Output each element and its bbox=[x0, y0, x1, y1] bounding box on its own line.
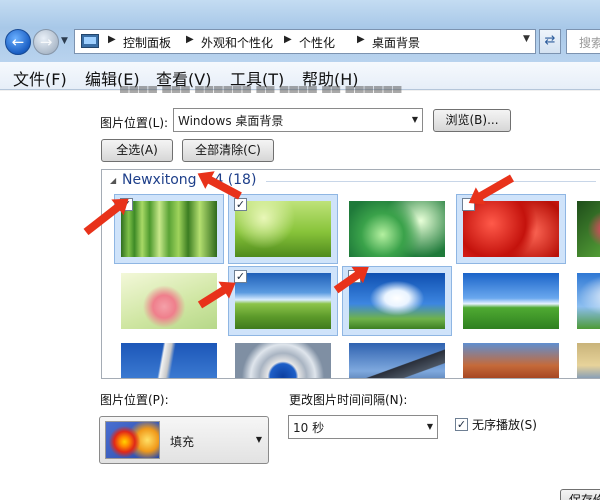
wallpaper-thumbnail-meadow-sky[interactable]: ✓ bbox=[228, 266, 338, 336]
shuffle-checkbox[interactable]: ✓ bbox=[455, 418, 468, 431]
wallpaper-checkbox[interactable]: ✓ bbox=[234, 198, 247, 211]
wallpaper-thumbnail-red-rocks[interactable] bbox=[456, 336, 566, 378]
picture-location-select[interactable]: Windows 桌面背景 ▼ bbox=[173, 108, 423, 132]
back-button[interactable]: ← bbox=[5, 29, 31, 55]
breadcrumb-separator-icon[interactable]: ▶ bbox=[186, 34, 194, 45]
wallpaper-thumbnail-field-horizon[interactable] bbox=[456, 266, 566, 336]
address-dropdown-icon[interactable]: ▼ bbox=[523, 34, 530, 44]
architecture-circle-image bbox=[235, 343, 331, 378]
grass-dew-image bbox=[235, 201, 331, 257]
chevron-down-icon: ▼ bbox=[255, 435, 262, 444]
picture-position-value: 填充 bbox=[170, 435, 195, 449]
breadcrumb-separator-icon[interactable]: ▶ bbox=[284, 34, 292, 45]
address-input[interactable]: ▶ 控制面板 ▶ 外观和个性化 ▶ 个性化 ▶ 桌面背景 ▼ bbox=[74, 29, 536, 54]
forward-button[interactable]: → bbox=[33, 29, 59, 55]
tower-image bbox=[121, 343, 217, 378]
save-changes-button[interactable]: 保存修改 bbox=[560, 489, 600, 500]
select-all-button[interactable]: 全选(A) bbox=[101, 139, 173, 162]
breadcrumb-separator-icon[interactable]: ▶ bbox=[357, 34, 365, 45]
interval-value: 10 秒 bbox=[293, 421, 325, 435]
interval-select[interactable]: 10 秒 ▼ bbox=[288, 415, 438, 439]
sea-rock-image bbox=[577, 343, 600, 378]
breadcrumb-control-panel[interactable]: 控制面板 bbox=[123, 34, 171, 51]
control-panel-icon bbox=[81, 34, 99, 48]
group-title[interactable]: Newxitong 6.4 (18) bbox=[122, 172, 256, 188]
breadcrumb-desktop-background[interactable]: 桌面背景 bbox=[372, 34, 420, 51]
shuffle-label[interactable]: 无序播放(S) bbox=[472, 416, 537, 433]
browse-button[interactable]: 浏览(B)... bbox=[433, 109, 511, 132]
breadcrumb-appearance[interactable]: 外观和个性化 bbox=[201, 34, 273, 51]
bamboo-image bbox=[121, 201, 217, 257]
recent-pages-dropdown[interactable]: ▼ bbox=[61, 34, 71, 48]
wallpaper-thumbnail-green-bokeh[interactable] bbox=[342, 194, 452, 264]
desktop-background-panel: ▆▆▆▆ ▆▆▆ ▆▆▆▆▆▆ ▆▆ ▆▆▆▆ ▆▆ ▆▆▆▆▆▆ 图片位置(L… bbox=[0, 83, 600, 500]
clouds-hills-image bbox=[577, 273, 600, 329]
meadow-sky-image bbox=[235, 273, 331, 329]
address-toolbar: ← → ▼ ▶ 控制面板 ▶ 外观和个性化 ▶ 个性化 ▶ 桌面背景 ▼ ⇄ 搜… bbox=[0, 0, 600, 62]
picture-location-label: 图片位置(L): bbox=[100, 116, 169, 130]
breadcrumb-personalization[interactable]: 个性化 bbox=[299, 34, 335, 51]
group-divider bbox=[266, 181, 596, 182]
clear-all-button[interactable]: 全部清除(C) bbox=[182, 139, 274, 162]
wallpaper-checkbox[interactable]: ✓ bbox=[234, 270, 247, 283]
breadcrumb-separator-icon[interactable]: ▶ bbox=[108, 34, 116, 45]
mountain-lake-image bbox=[349, 343, 445, 378]
wallpaper-thumbnail-green-leaves[interactable] bbox=[570, 194, 600, 264]
wallpaper-thumbnail-sea-rock[interactable] bbox=[570, 336, 600, 378]
picture-location-value: Windows 桌面背景 bbox=[178, 114, 284, 128]
chevron-down-icon: ▼ bbox=[426, 422, 433, 431]
green-leaves-image bbox=[577, 201, 600, 257]
red-rocks-image bbox=[463, 343, 559, 378]
picture-position-select[interactable]: 填充 ▼ bbox=[99, 416, 269, 464]
collapse-group-icon[interactable]: ◢ bbox=[110, 176, 116, 185]
flower-preview-image bbox=[105, 421, 160, 459]
wallpaper-thumbnail-grass-dew[interactable]: ✓ bbox=[228, 194, 338, 264]
wallpaper-thumbnail-architecture-circle[interactable] bbox=[228, 336, 338, 378]
wallpaper-thumbnail-tower[interactable] bbox=[114, 336, 224, 378]
picture-position-label: 图片位置(P): bbox=[100, 393, 169, 407]
refresh-button[interactable]: ⇄ bbox=[539, 29, 561, 54]
menu-file[interactable]: 文件(F) bbox=[13, 66, 67, 90]
wallpaper-thumbnail-clouds-hills[interactable] bbox=[570, 266, 600, 336]
clipped-description-text: ▆▆▆▆ ▆▆▆ ▆▆▆▆▆▆ ▆▆ ▆▆▆▆ ▆▆ ▆▆▆▆▆▆ bbox=[120, 83, 403, 93]
interval-label: 更改图片时间间隔(N): bbox=[289, 393, 408, 407]
wallpaper-thumbnail-mountain-lake[interactable] bbox=[342, 336, 452, 378]
field-horizon-image bbox=[463, 273, 559, 329]
chevron-down-icon: ▼ bbox=[411, 115, 418, 124]
search-input[interactable]: 搜索 bbox=[566, 29, 600, 54]
search-placeholder: 搜索 bbox=[579, 36, 600, 50]
green-bokeh-image bbox=[349, 201, 445, 257]
